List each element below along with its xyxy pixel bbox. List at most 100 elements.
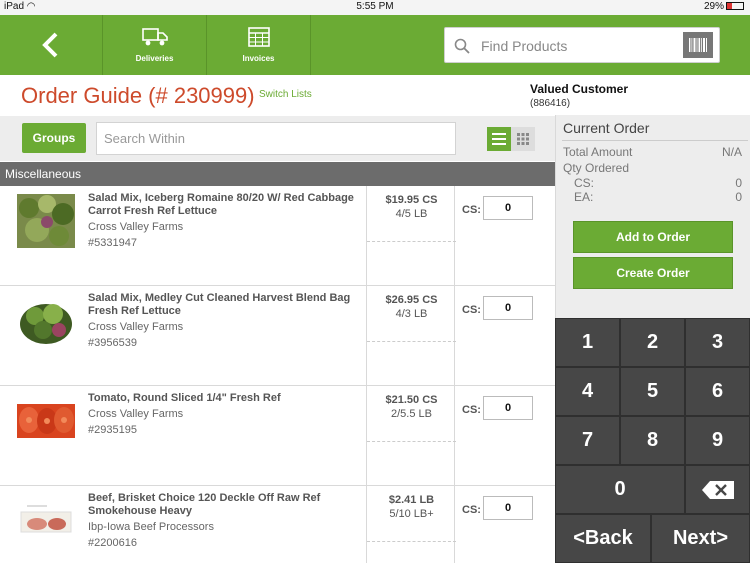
- customer-id: (886416): [530, 98, 571, 109]
- current-order-panel: Current Order Total Amount N/A Qty Order…: [555, 115, 750, 318]
- switch-lists-link[interactable]: Switch Lists: [259, 89, 312, 100]
- key-7[interactable]: 7: [555, 416, 620, 465]
- key-5[interactable]: 5: [620, 367, 685, 416]
- truck-icon: [141, 28, 168, 46]
- create-order-button[interactable]: Create Order: [573, 257, 733, 289]
- product-pack: 5/10 LB+: [389, 508, 434, 520]
- find-products-input[interactable]: [481, 34, 671, 58]
- product-image-salad-medley: [17, 294, 75, 348]
- page-title: Order Guide (# 230999): [21, 83, 255, 108]
- grid-icon: [517, 133, 529, 145]
- key-3[interactable]: 3: [685, 318, 750, 367]
- product-price: $21.50 CS: [385, 394, 438, 406]
- chevron-left-icon: [42, 32, 58, 58]
- next-key[interactable]: Next>: [651, 514, 750, 563]
- battery-icon: [726, 2, 744, 10]
- ea-label: EA:: [574, 190, 594, 204]
- key-2[interactable]: 2: [620, 318, 685, 367]
- key-1[interactable]: 1: [555, 318, 620, 367]
- product-brand: Cross Valley Farms: [88, 408, 184, 420]
- product-number: #2935195: [88, 424, 137, 436]
- list-view-toggle[interactable]: [487, 127, 511, 151]
- search-within-field[interactable]: [96, 122, 456, 155]
- qty-input[interactable]: 0: [483, 196, 533, 220]
- qty-input[interactable]: 0: [483, 396, 533, 420]
- product-row[interactable]: Salad Mix, Medley Cut Cleaned Harvest Bl…: [0, 286, 555, 386]
- panel-divider: [562, 140, 748, 141]
- product-row[interactable]: Salad Mix, Iceberg Romaine 80/20 W/ Red …: [0, 186, 555, 286]
- customer-info: Valued Customer (886416): [530, 82, 628, 109]
- nav-divider: [310, 15, 311, 75]
- filter-bar: Groups: [0, 116, 555, 161]
- ea-value: 0: [735, 190, 742, 204]
- customer-name: Valued Customer: [530, 82, 629, 96]
- qty-label: CS:: [462, 404, 481, 416]
- total-amount-label: Total Amount: [563, 145, 633, 159]
- groups-button[interactable]: Groups: [22, 123, 86, 153]
- grid-view-toggle[interactable]: [511, 127, 535, 151]
- total-amount-value: N/A: [721, 145, 742, 159]
- category-header: Miscellaneous: [0, 162, 555, 186]
- backspace-icon: [701, 480, 734, 499]
- product-name: Salad Mix, Medley Cut Cleaned Harvest Bl…: [88, 292, 351, 317]
- barcode-scan-button[interactable]: [683, 32, 713, 58]
- key-4[interactable]: 4: [555, 367, 620, 416]
- deliveries-label: Deliveries: [135, 54, 174, 63]
- price-column: $21.50 CS 2/5.5 LB: [366, 386, 456, 486]
- find-products-search[interactable]: [444, 27, 720, 63]
- product-brand: Cross Valley Farms: [88, 321, 184, 333]
- price-divider: [367, 241, 456, 242]
- product-number: #3956539: [88, 337, 137, 349]
- list-icon: [492, 133, 506, 145]
- product-name: Beef, Brisket Choice 120 Deckle Off Raw …: [88, 492, 321, 517]
- search-within-input[interactable]: [97, 123, 455, 154]
- back-button[interactable]: [0, 15, 100, 75]
- price-divider: [367, 441, 456, 442]
- product-pack: 4/3 LB: [395, 308, 428, 320]
- numeric-keypad: 1 2 3 4 5 6 7 8 9 0 <Back Next>: [555, 318, 750, 563]
- product-image-salad: [17, 194, 75, 248]
- invoices-button[interactable]: Invoices: [206, 15, 310, 75]
- product-name: Salad Mix, Iceberg Romaine 80/20 W/ Red …: [88, 192, 354, 217]
- key-6[interactable]: 6: [685, 367, 750, 416]
- product-price: $19.95 CS: [385, 194, 438, 206]
- key-9[interactable]: 9: [685, 416, 750, 465]
- product-row[interactable]: Tomato, Round Sliced 1/4" Fresh Ref Cros…: [0, 386, 555, 486]
- clock: 5:55 PM: [356, 1, 394, 12]
- price-divider: [367, 341, 456, 342]
- back-key[interactable]: <Back: [555, 514, 651, 563]
- price-column: $26.95 CS 4/3 LB: [366, 286, 456, 386]
- product-image-brisket: [17, 498, 75, 544]
- search-icon: [454, 38, 470, 54]
- current-order-title: Current Order: [563, 120, 650, 136]
- qty-label: CS:: [462, 204, 481, 216]
- product-pack: 4/5 LB: [395, 208, 428, 220]
- cs-value: 0: [735, 176, 742, 190]
- cs-label: CS:: [574, 176, 595, 190]
- key-8[interactable]: 8: [620, 416, 685, 465]
- barcode-icon: [689, 38, 707, 52]
- qty-input[interactable]: 0: [483, 296, 533, 320]
- price-column: $2.41 LB 5/10 LB+: [366, 486, 456, 563]
- key-0[interactable]: 0: [555, 465, 685, 514]
- battery-indicator: 29%: [704, 1, 744, 12]
- qty-label: CS:: [462, 504, 481, 516]
- order-guide-header: Order Guide (# 230999) Switch Lists: [0, 75, 555, 115]
- product-price: $26.95 CS: [385, 294, 438, 306]
- status-bar: iPad ◠ 5:55 PM 29%: [0, 0, 750, 15]
- price-column: $19.95 CS 4/5 LB: [366, 186, 456, 286]
- qty-label: CS:: [462, 304, 481, 316]
- product-brand: Ibp-Iowa Beef Processors: [88, 521, 214, 533]
- qty-ordered-label: Qty Ordered: [563, 161, 630, 175]
- product-number: #2200616: [88, 537, 137, 549]
- product-list: Salad Mix, Iceberg Romaine 80/20 W/ Red …: [0, 186, 555, 563]
- backspace-key[interactable]: [685, 465, 750, 514]
- price-divider: [367, 541, 456, 542]
- deliveries-button[interactable]: Deliveries: [102, 15, 206, 75]
- qty-input[interactable]: 0: [483, 496, 533, 520]
- add-to-order-button[interactable]: Add to Order: [573, 221, 733, 253]
- product-number: #5331947: [88, 237, 137, 249]
- product-image-tomato: [17, 404, 75, 438]
- top-nav-bar: Deliveries Invoices: [0, 15, 750, 75]
- product-row[interactable]: Beef, Brisket Choice 120 Deckle Off Raw …: [0, 486, 555, 563]
